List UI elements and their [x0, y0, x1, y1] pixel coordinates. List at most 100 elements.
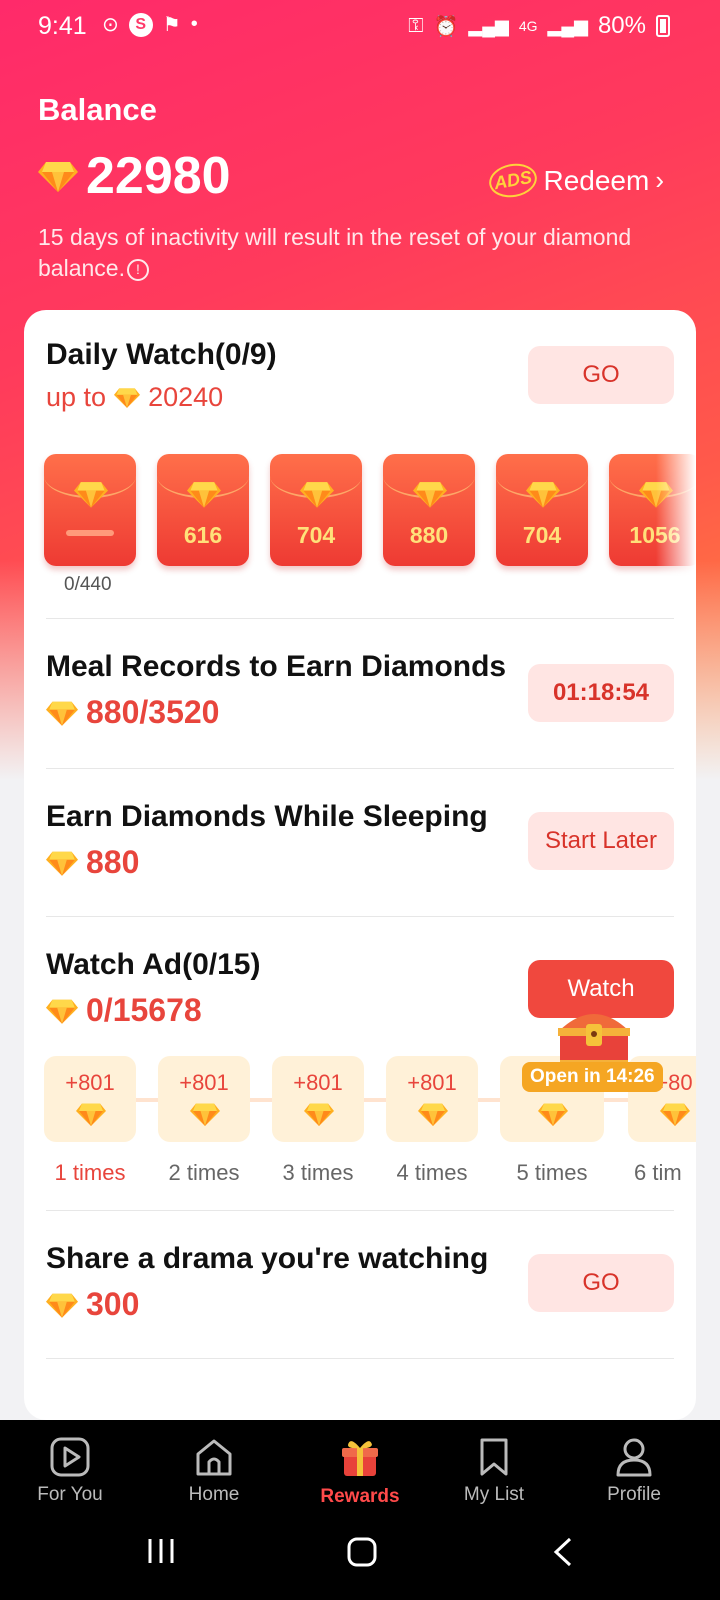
nav-my-list[interactable]: My List	[424, 1436, 564, 1506]
diamond-icon	[418, 1102, 448, 1126]
box-amount: 616	[183, 522, 223, 548]
diamond-icon	[74, 480, 108, 508]
share-go-button[interactable]: GO	[528, 1254, 674, 1312]
nav-home[interactable]: Home	[144, 1436, 284, 1506]
bookmark-icon	[480, 1438, 508, 1476]
box-amount: 704	[296, 522, 336, 548]
box-amount: 704	[522, 522, 562, 548]
nav-label: For You	[37, 1484, 103, 1505]
reward-box[interactable]: 704	[496, 454, 588, 566]
info-icon[interactable]: !	[126, 258, 149, 281]
meal-task: Meal Records to Earn Diamonds 880/3520 0…	[46, 650, 674, 731]
diamond-icon	[304, 1102, 334, 1126]
nav-label: Home	[188, 1484, 240, 1505]
network-type: 4G	[518, 18, 538, 34]
divider	[46, 1210, 674, 1211]
dot-icon: •	[190, 13, 198, 35]
sleep-value: 880	[86, 844, 140, 880]
balance-row: 22980	[38, 146, 231, 206]
step-label: 6 tim	[634, 1160, 682, 1185]
divider	[46, 618, 674, 619]
diamond-icon	[187, 480, 221, 508]
status-system-icons: ⚿ ⏰ ▂▄▆ 4G ▂▄▆ 80%	[408, 12, 670, 40]
diamond-icon	[190, 1102, 220, 1126]
daily-watch-go-button[interactable]: GO	[528, 346, 674, 404]
daily-watch-task: Daily Watch(0/9) up to 20240 GO	[46, 338, 674, 413]
ad-step[interactable]: +801	[158, 1056, 250, 1142]
diamond-icon	[46, 700, 78, 726]
recents-button[interactable]	[146, 1536, 176, 1574]
diamond-icon	[46, 1292, 78, 1318]
sleep-task: Earn Diamonds While Sleeping 880 Start L…	[46, 800, 674, 881]
diamond-icon	[114, 387, 140, 408]
redeem-label: Redeem	[543, 164, 650, 196]
reward-box[interactable]: 880	[383, 454, 475, 566]
diamond-icon	[38, 160, 78, 192]
step-label: 2 times	[168, 1160, 240, 1185]
nav-label: Rewards	[320, 1486, 400, 1507]
recents-icon	[148, 1539, 174, 1563]
back-button[interactable]	[550, 1536, 576, 1576]
step-amount: +801	[65, 1070, 115, 1095]
s-app-icon: S	[128, 12, 153, 37]
daily-reward-boxes: 616 704 880 704 1056	[44, 454, 696, 566]
meal-countdown-button[interactable]: 01:18:54	[528, 664, 674, 722]
step-label: 3 times	[282, 1160, 354, 1185]
meal-value: 880/3520	[86, 694, 220, 730]
battery-percent: 80%	[597, 12, 646, 39]
back-chevron-icon	[553, 1537, 572, 1567]
ad-step[interactable]: +801	[272, 1056, 364, 1142]
chevron-right-icon: ›	[655, 165, 664, 195]
home-icon	[196, 1439, 232, 1476]
status-time: 9:41	[38, 12, 87, 40]
diamond-icon	[300, 480, 334, 508]
diamond-icon	[538, 1102, 568, 1126]
signal-icon-2: ▂▄▆	[547, 15, 588, 36]
nav-profile[interactable]: Profile	[564, 1436, 704, 1506]
alarm-icon: ⏰	[433, 15, 459, 38]
diamond-icon	[526, 480, 560, 508]
redeem-button[interactable]: ADS Redeem ›	[486, 160, 664, 201]
step-amount: +801	[407, 1070, 457, 1095]
daily-progress-text: 0/440	[64, 574, 112, 595]
balance-label: Balance	[38, 92, 157, 127]
watch-ad-value: 0/15678	[86, 992, 202, 1028]
battery-icon	[656, 15, 670, 37]
reward-box[interactable]	[44, 454, 136, 566]
edge-fade	[656, 440, 696, 580]
diamond-icon	[660, 1102, 690, 1126]
flag-icon: ⚑	[162, 14, 181, 36]
play-icon	[50, 1437, 90, 1477]
signal-icon: ▂▄▆	[468, 15, 509, 36]
nav-for-you[interactable]: For You	[0, 1436, 140, 1506]
nav-label: My List	[463, 1484, 525, 1505]
gift-icon	[342, 1441, 378, 1476]
ad-step[interactable]: +801	[386, 1056, 478, 1142]
ads-badge-icon: ADS	[486, 160, 540, 201]
home-system-button[interactable]	[346, 1536, 378, 1576]
reward-box[interactable]: 704	[270, 454, 362, 566]
ad-step[interactable]: +801	[44, 1056, 136, 1142]
step-label: 1 times	[54, 1160, 126, 1185]
reward-box[interactable]: 616	[157, 454, 249, 566]
box-progress-bar	[66, 530, 114, 536]
diamond-icon	[46, 998, 78, 1024]
home-square-icon	[347, 1537, 377, 1567]
divider	[46, 768, 674, 769]
diamond-icon	[46, 850, 78, 876]
share-value: 300	[86, 1286, 140, 1322]
daily-watch-prefix: up to	[46, 382, 107, 412]
step-label: 5 times	[516, 1160, 588, 1185]
bottom-navigation: For You Home Rewards My List Profile	[0, 1420, 720, 1600]
balance-value: 22980	[86, 147, 231, 205]
start-later-button[interactable]: Start Later	[528, 812, 674, 870]
person-icon	[616, 1438, 652, 1477]
step-label: 4 times	[396, 1160, 468, 1185]
nav-rewards[interactable]: Rewards	[290, 1436, 430, 1508]
divider	[46, 916, 674, 917]
tasks-card: Daily Watch(0/9) up to 20240 GO 616 704 …	[24, 310, 696, 1420]
box-amount: 880	[409, 522, 449, 548]
step-amount: +801	[293, 1070, 343, 1095]
chest-open-badge: Open in 14:26	[522, 1062, 663, 1092]
inactivity-warning: 15 days of inactivity will result in the…	[38, 222, 678, 284]
